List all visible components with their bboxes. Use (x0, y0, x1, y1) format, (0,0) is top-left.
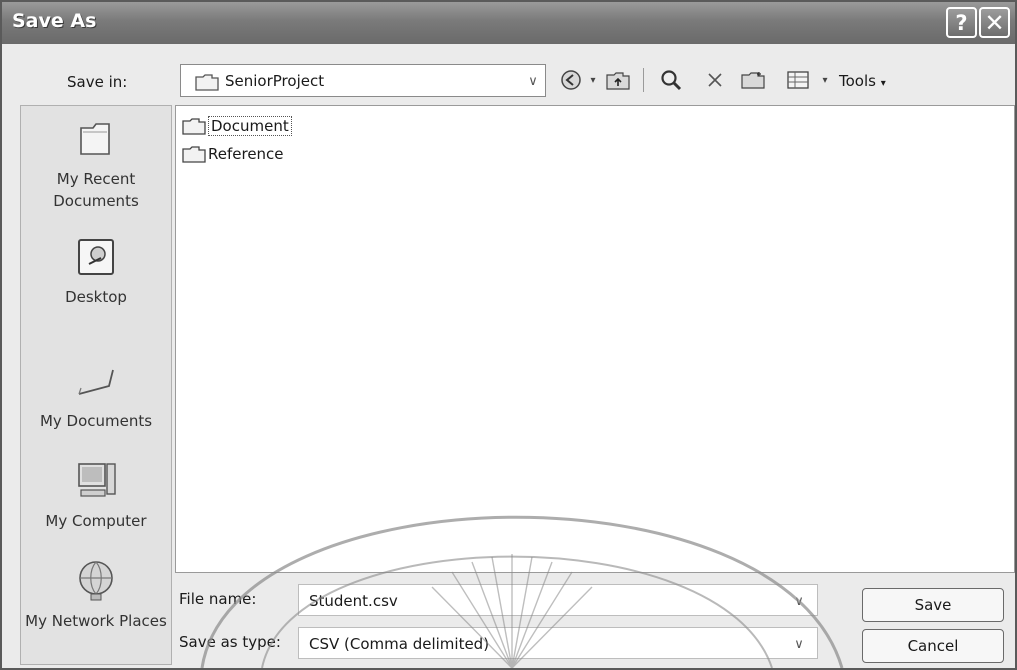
folder-icon (195, 74, 219, 91)
dropdown-arrow-icon[interactable]: ▾ (587, 68, 599, 92)
place-label: My Computer (45, 512, 147, 530)
dropdown-arrow-icon[interactable]: ▾ (819, 68, 831, 92)
new-folder-icon[interactable] (740, 68, 766, 92)
list-item[interactable]: Document (182, 114, 292, 138)
toolbar-separator (643, 68, 644, 92)
folder-icon (182, 117, 206, 135)
close-icon: ✕ (984, 8, 1005, 37)
save-as-type-value: CSV (Comma delimited) (309, 635, 490, 653)
folder-icon (182, 145, 206, 163)
delete-icon[interactable] (704, 68, 726, 92)
back-icon[interactable] (559, 68, 583, 92)
network-places-icon (79, 561, 113, 601)
file-name-label: File name: (179, 590, 257, 608)
chevron-down-icon: ▾ (880, 78, 886, 89)
recent-documents-icon (80, 123, 110, 155)
save-in-value: SeniorProject (225, 72, 325, 90)
close-button[interactable]: ✕ (979, 7, 1010, 38)
file-name: Document (208, 116, 292, 136)
save-in-dropdown[interactable]: SeniorProject ∨ (180, 64, 546, 97)
views-icon[interactable] (785, 68, 811, 92)
title-bar[interactable]: Save As ? ✕ (2, 2, 1015, 44)
place-label: My Documents (39, 412, 153, 430)
my-documents-icon (78, 369, 114, 395)
my-computer-icon (78, 463, 116, 497)
chevron-down-icon[interactable]: ∨ (791, 636, 807, 652)
help-icon: ? (955, 10, 968, 35)
desktop-icon (78, 239, 114, 275)
up-folder-icon[interactable] (605, 68, 631, 92)
tools-menu-button[interactable]: Tools ▾ (839, 72, 886, 90)
save-as-type-label: Save as type: (179, 633, 281, 651)
chevron-down-icon[interactable]: ∨ (791, 593, 807, 609)
save-as-dialog: Save As ? ✕ Save in: SeniorProject ∨ ▾ ▾… (0, 0, 1017, 670)
place-my-computer[interactable]: My Computer (21, 456, 171, 532)
file-name: Reference (208, 145, 284, 163)
save-as-type-dropdown[interactable]: CSV (Comma delimited) ∨ (298, 627, 818, 659)
cancel-button[interactable]: Cancel (862, 629, 1004, 663)
dialog-title: Save As (12, 10, 97, 32)
place-desktop[interactable]: Desktop (21, 232, 171, 308)
file-list[interactable]: Document Reference (175, 105, 1015, 573)
place-recent-documents[interactable]: My Recent Documents (21, 114, 171, 212)
list-item[interactable]: Reference (182, 142, 284, 166)
save-button[interactable]: Save (862, 588, 1004, 622)
places-bar: My Recent Documents Desktop My Documents (20, 105, 172, 665)
place-label: Desktop (65, 288, 127, 306)
place-label: My Network Places (25, 612, 167, 630)
search-web-icon[interactable] (659, 68, 683, 92)
file-name-value: Student.csv (309, 592, 398, 610)
place-network-places[interactable]: My Network Places (21, 556, 171, 632)
tools-label: Tools (839, 72, 876, 90)
save-in-label: Save in: (67, 73, 128, 91)
help-button[interactable]: ? (946, 7, 977, 38)
file-name-field[interactable]: Student.csv ∨ (298, 584, 818, 616)
place-label: My Recent Documents (53, 170, 139, 210)
place-my-documents[interactable]: My Documents (21, 356, 171, 432)
chevron-down-icon[interactable]: ∨ (525, 73, 541, 89)
